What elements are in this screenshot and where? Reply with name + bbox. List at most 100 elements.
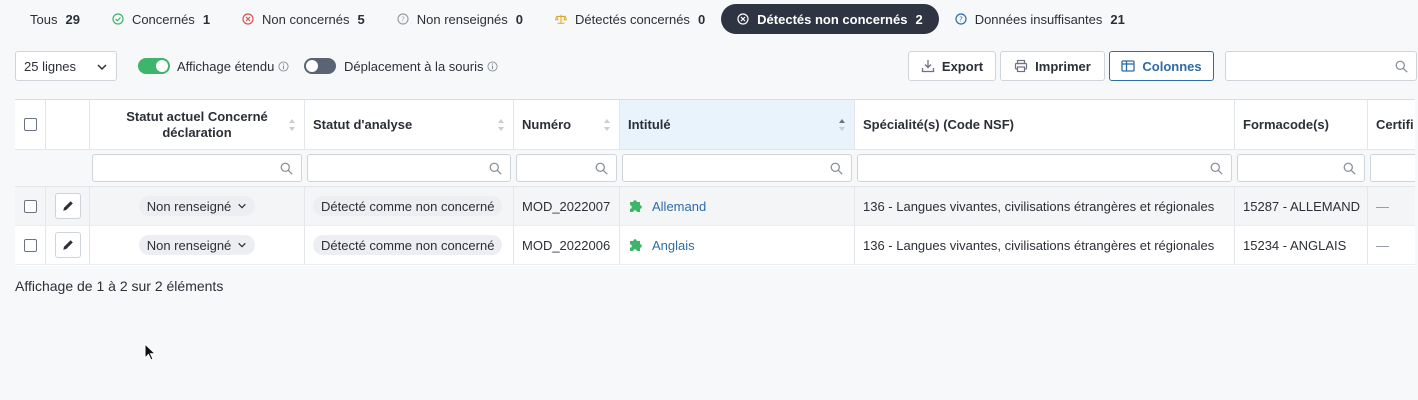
table-row: Non renseigné Détecté comme non concerné… <box>15 187 1415 226</box>
header-specialites[interactable]: Spécialité(s) (Code NSF) <box>855 100 1235 149</box>
filter-empty-cell <box>15 150 46 186</box>
global-search-input[interactable] <box>1226 52 1386 80</box>
puzzle-icon <box>628 198 644 214</box>
cell-numero: MOD_2022006 <box>514 226 620 264</box>
cell-intitule: Allemand <box>620 187 855 225</box>
statut-dropdown[interactable]: Non renseigné <box>138 196 256 216</box>
filter-input[interactable] <box>516 154 617 182</box>
header-label: Spécialité(s) (Code NSF) <box>863 117 1014 132</box>
x-circle-icon <box>737 13 749 25</box>
sort-icon <box>289 119 295 131</box>
sort-icon <box>498 119 504 131</box>
cell-certif: — <box>1376 198 1389 214</box>
chevron-down-icon <box>237 201 247 211</box>
svg-text:?: ? <box>959 16 963 24</box>
cell-statut-actuel: Non renseigné <box>90 226 305 264</box>
mouse-scroll-label: Déplacement à la souris <box>344 59 498 74</box>
tab-detectes-concernes[interactable]: Détectés concernés 0 <box>539 4 721 34</box>
table-row: Non renseigné Détecté comme non concerné… <box>15 226 1415 265</box>
extended-view-text: Affichage étendu <box>177 59 275 74</box>
filter-formacode <box>1235 150 1368 186</box>
row-actions-cell <box>46 187 90 225</box>
filter-input[interactable] <box>857 154 1232 182</box>
chevron-down-icon <box>237 240 247 250</box>
question-circle-icon: ? <box>397 13 409 25</box>
x-circle-icon <box>242 13 254 25</box>
rows-per-page-select[interactable]: 25 lignes <box>15 51 117 81</box>
print-label: Imprimer <box>1035 58 1091 74</box>
filter-input[interactable] <box>1370 154 1415 182</box>
cell-specialites: 136 - Langues vivantes, civilisations ét… <box>855 226 1235 264</box>
select-all-checkbox[interactable] <box>23 118 37 131</box>
print-button[interactable]: Imprimer <box>1000 51 1105 81</box>
cell-formacode: 15287 - ALLEMAND <box>1235 187 1368 225</box>
statut-analyse-badge: Détecté comme non concerné <box>313 235 503 255</box>
svg-text:?: ? <box>401 16 405 24</box>
search-icon <box>1210 162 1223 175</box>
header-certif[interactable]: Certifi <box>1368 100 1415 149</box>
tab-donnees-insuffisantes[interactable]: ? Données insuffisantes 21 <box>939 4 1141 34</box>
row-actions-cell <box>46 226 90 264</box>
search-icon <box>489 162 502 175</box>
tab-count: 0 <box>515 11 524 27</box>
tab-count: 0 <box>697 11 706 27</box>
header-actions-cell <box>46 100 90 149</box>
header-label: Statut actuel Concerné déclaration <box>126 108 268 140</box>
row-checkbox[interactable] <box>23 199 37 213</box>
tab-label: Données insuffisantes <box>974 11 1103 27</box>
toggle-knob <box>306 60 318 72</box>
filter-input[interactable] <box>92 154 302 182</box>
header-statut-analyse[interactable]: Statut d'analyse <box>305 100 514 149</box>
mouse-cursor-icon <box>144 343 156 361</box>
info-icon <box>487 61 498 72</box>
edit-button[interactable] <box>54 232 81 258</box>
data-table: Statut actuel Concerné déclaration Statu… <box>15 99 1415 266</box>
tab-label: Non renseignés <box>416 11 508 27</box>
intitule-link[interactable]: Allemand <box>652 199 706 214</box>
check-circle-icon <box>112 13 124 25</box>
puzzle-icon <box>628 237 644 253</box>
tab-count: 29 <box>65 11 80 27</box>
tab-count: 21 <box>1110 11 1125 27</box>
pencil-icon <box>62 239 74 251</box>
columns-button[interactable]: Colonnes <box>1109 51 1214 81</box>
filter-input[interactable] <box>307 154 511 182</box>
statut-analyse-badge: Détecté comme non concerné <box>313 196 503 216</box>
filter-tabs: Tous 29 Concernés 1 Non concernés 5 ? Non r… <box>14 4 1141 34</box>
search-icon <box>1343 162 1356 175</box>
export-button[interactable]: Export <box>908 51 996 81</box>
filter-intitule <box>620 150 855 186</box>
filter-numero <box>514 150 620 186</box>
statut-dropdown[interactable]: Non renseigné <box>138 235 256 255</box>
tab-concernes[interactable]: Concernés 1 <box>96 4 226 34</box>
pagination-info: Affichage de 1 à 2 sur 2 éléments <box>15 278 224 294</box>
header-intitule[interactable]: Intitulé <box>620 100 855 149</box>
edit-button[interactable] <box>54 193 81 219</box>
search-icon[interactable] <box>1395 60 1408 73</box>
toggle-knob <box>156 60 168 72</box>
row-checkbox[interactable] <box>23 238 37 252</box>
filter-input[interactable] <box>1237 154 1365 182</box>
header-statut-actuel[interactable]: Statut actuel Concerné déclaration <box>90 100 305 149</box>
rows-per-page-value: 25 lignes <box>24 58 77 74</box>
extended-view-toggle[interactable] <box>138 58 170 74</box>
tab-tous[interactable]: Tous 29 <box>14 4 96 34</box>
intitule-link[interactable]: Anglais <box>652 238 695 253</box>
download-icon <box>921 60 935 73</box>
mouse-scroll-toggle[interactable] <box>304 58 336 74</box>
cell-intitule: Anglais <box>620 226 855 264</box>
tab-non-renseignes[interactable]: ? Non renseignés 0 <box>381 4 539 34</box>
table-filters <box>15 150 1415 187</box>
tab-count: 1 <box>202 11 211 27</box>
sort-ascending-icon <box>839 119 845 131</box>
extended-view-label: Affichage étendu <box>177 59 289 74</box>
columns-label: Colonnes <box>1142 58 1202 74</box>
header-numero[interactable]: Numéro <box>514 100 620 149</box>
tab-non-concernes[interactable]: Non concernés 5 <box>226 4 381 34</box>
header-select-all-cell <box>15 100 46 149</box>
tab-detectes-non-concernes[interactable]: Détectés non concernés 2 <box>721 4 939 34</box>
cell-statut-actuel: Non renseigné <box>90 187 305 225</box>
header-formacode[interactable]: Formacode(s) <box>1235 100 1368 149</box>
filter-input[interactable] <box>622 154 852 182</box>
table-header: Statut actuel Concerné déclaration Statu… <box>15 100 1415 150</box>
